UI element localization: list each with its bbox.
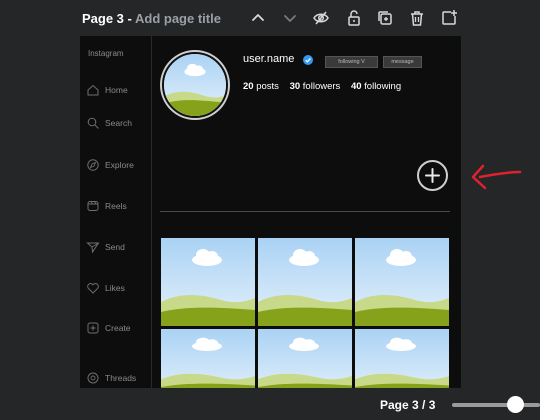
zoom-slider-handle[interactable]	[507, 396, 524, 413]
zoom-slider-track[interactable]	[452, 403, 540, 407]
page-label: Page 3	[82, 11, 124, 26]
post-thumbnail[interactable]	[355, 238, 449, 326]
profile-divider	[160, 211, 450, 212]
sidebar-item-explore[interactable]: Explore	[86, 157, 150, 173]
profile-stats: 20 posts 30 followers 40 following	[243, 81, 409, 92]
page-counter: Page 3 / 3	[380, 398, 436, 412]
verified-badge-icon	[303, 55, 313, 65]
sidebar-item-reels[interactable]: Reels	[86, 198, 150, 214]
landscape-placeholder-image	[355, 329, 449, 388]
following-stat: 40 following	[350, 81, 402, 92]
reels-icon	[86, 199, 100, 213]
add-highlight-button[interactable]	[417, 160, 448, 191]
plus-icon	[425, 168, 440, 183]
plus-square-icon	[86, 321, 100, 335]
post-thumbnail[interactable]	[258, 329, 352, 388]
post-thumbnail[interactable]	[355, 329, 449, 388]
brand-label: Instagram	[88, 49, 124, 58]
unlock-icon[interactable]	[345, 9, 363, 27]
message-button[interactable]: message	[383, 56, 422, 68]
duplicate-icon[interactable]	[376, 9, 394, 27]
username: user.name	[243, 53, 295, 65]
red-arrow-annotation	[471, 164, 522, 190]
page-title-separator: -	[123, 11, 135, 26]
landscape-placeholder-image	[258, 238, 352, 326]
add-page-icon[interactable]	[440, 9, 458, 27]
sidebar-item-label: Explore	[105, 160, 134, 170]
following-button[interactable]: following V	[325, 56, 378, 68]
sidebar-item-label: Send	[105, 242, 125, 252]
heart-icon	[86, 281, 100, 295]
post-thumbnail[interactable]	[161, 329, 255, 388]
chevron-down-icon[interactable]	[281, 9, 299, 27]
sidebar: Instagram Home Search Explore Reels Send…	[80, 36, 152, 388]
send-icon	[86, 240, 100, 254]
post-thumbnail[interactable]	[161, 238, 255, 326]
sidebar-item-send[interactable]: Send	[86, 239, 150, 255]
page-toolbar: Page 3 - Add page title	[0, 0, 540, 36]
search-icon	[86, 116, 100, 130]
landscape-placeholder-image	[161, 238, 255, 326]
sidebar-item-threads[interactable]: Threads	[86, 370, 150, 386]
design-page[interactable]: Instagram Home Search Explore Reels Send…	[80, 36, 461, 388]
sidebar-item-likes[interactable]: Likes	[86, 280, 150, 296]
sidebar-item-search[interactable]: Search	[86, 115, 150, 131]
posts-stat: 20 posts	[243, 81, 279, 92]
sidebar-item-label: Likes	[105, 283, 125, 293]
sidebar-item-create[interactable]: Create	[86, 320, 150, 336]
sidebar-item-label: Threads	[105, 373, 137, 383]
sidebar-item-label: Search	[105, 118, 132, 128]
landscape-placeholder-image	[355, 238, 449, 326]
followers-stat: 30 followers	[289, 81, 341, 92]
page-title[interactable]: Page 3 - Add page title	[82, 11, 221, 26]
eye-slash-icon[interactable]	[312, 9, 330, 27]
threads-icon	[86, 371, 100, 385]
post-thumbnail[interactable]	[258, 238, 352, 326]
chevron-up-icon[interactable]	[249, 9, 267, 27]
sidebar-item-home[interactable]: Home	[86, 82, 150, 98]
post-grid	[161, 238, 451, 388]
sidebar-item-label: Create	[105, 323, 131, 333]
sidebar-item-label: Home	[105, 85, 128, 95]
page-title-placeholder[interactable]: Add page title	[135, 11, 221, 26]
home-icon	[86, 83, 100, 97]
trash-icon[interactable]	[408, 9, 426, 27]
landscape-placeholder-image	[161, 329, 255, 388]
compass-icon	[86, 158, 100, 172]
landscape-placeholder-image	[258, 329, 352, 388]
sidebar-item-label: Reels	[105, 201, 127, 211]
profile-picture[interactable]	[160, 50, 230, 120]
landscape-placeholder-image	[164, 54, 226, 116]
